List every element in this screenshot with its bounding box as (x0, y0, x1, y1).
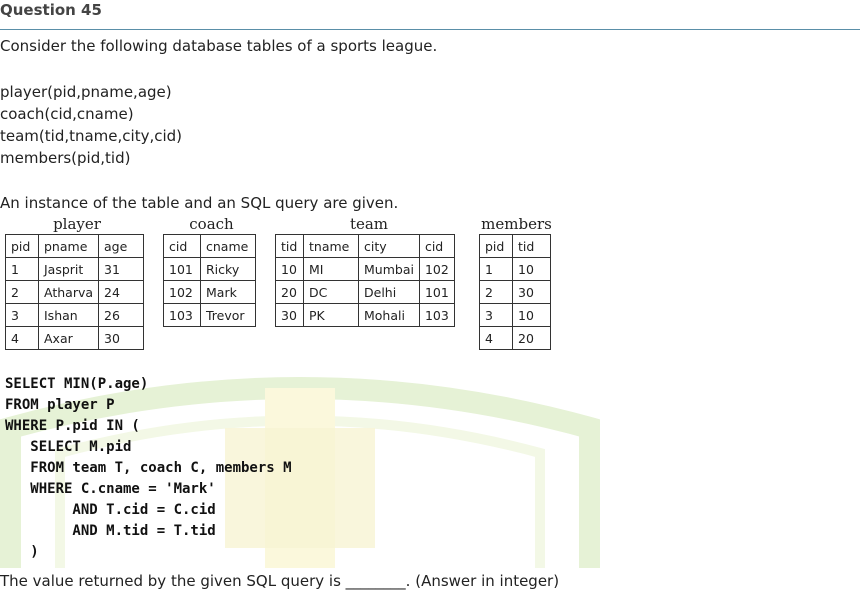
schema-team: team(tid,tname,city,cid) (0, 127, 183, 145)
table-cell: Mark (200, 280, 256, 304)
table-cell: pname (37, 234, 100, 258)
sql-query: SELECT MIN(P.age) FROM player P WHERE P.pi… (5, 374, 292, 563)
table-cell: Atharva (37, 280, 100, 304)
table-row: 10 MI Mumbai 102 (275, 257, 455, 281)
table-cell: 20 (275, 280, 304, 304)
table-row: 1 10 (479, 257, 551, 281)
table-cell: 20 (512, 326, 551, 350)
members-caption: members (481, 215, 552, 233)
question-header: Question 45 (0, 0, 860, 30)
table-cell: 4 (479, 326, 513, 350)
table-cell: cid (418, 234, 455, 258)
table-cell: 31 (98, 257, 145, 281)
table-cell: tname (303, 234, 359, 258)
table-row: 3 10 (479, 303, 551, 327)
schema-members: members(pid,tid) (0, 149, 131, 167)
sql-line: FROM team T, coach C, members M (5, 460, 292, 476)
table-row: 103 Trevor (163, 303, 256, 327)
table-cell: 4 (5, 326, 39, 350)
table-header-row: tid tname city cid (275, 234, 455, 258)
table-cell: city (358, 234, 420, 258)
sql-line: SELECT M.pid (5, 439, 132, 455)
sql-line: WHERE C.cname = 'Mark' (5, 481, 216, 497)
table-cell: Ishan (37, 303, 100, 327)
table-cell: 1 (5, 257, 39, 281)
table-row: 101 Ricky (163, 257, 256, 281)
question-title: Question 45 (0, 1, 102, 19)
table-cell: 103 (163, 303, 201, 327)
table-cell: tid (512, 234, 551, 258)
table-row: 2 30 (479, 280, 551, 304)
table-cell: pid (5, 234, 39, 258)
table-cell: Mohali (358, 303, 420, 327)
table-row: 30 PK Mohali 103 (275, 303, 455, 327)
intro-text: Consider the following database tables o… (0, 37, 438, 55)
table-cell: Mumbai (358, 257, 420, 281)
instance-text: An instance of the table and an SQL quer… (0, 194, 399, 212)
table-row: 3 Ishan 26 (5, 303, 145, 327)
table-cell: 2 (479, 280, 513, 304)
table-cell: cname (200, 234, 256, 258)
team-table: tid tname city cid 10 MI Mumbai 102 20 D… (275, 234, 455, 327)
table-cell: Jasprit (37, 257, 100, 281)
table-row: 2 Atharva 24 (5, 280, 145, 304)
table-cell: DC (303, 280, 359, 304)
player-caption: player (53, 215, 101, 233)
table-cell: 10 (275, 257, 304, 281)
table-cell: 101 (163, 257, 201, 281)
table-cell: Trevor (200, 303, 256, 327)
table-cell: age (98, 234, 145, 258)
sql-line: AND T.cid = C.cid (5, 502, 216, 518)
schema-player: player(pid,pname,age) (0, 83, 172, 101)
table-cell: 101 (418, 280, 455, 304)
sql-line: FROM player P (5, 397, 115, 413)
table-cell: 103 (418, 303, 455, 327)
table-cell: 3 (479, 303, 513, 327)
table-cell: Ricky (200, 257, 256, 281)
coach-caption: coach (189, 215, 234, 233)
sql-line: AND M.tid = T.tid (5, 523, 216, 539)
table-row: 20 DC Delhi 101 (275, 280, 455, 304)
team-caption: team (349, 215, 389, 233)
coach-table: cid cname 101 Ricky 102 Mark 103 Trevor (163, 234, 256, 327)
player-table: pid pname age 1 Jasprit 31 2 Atharva 24 … (5, 234, 145, 350)
table-cell: 30 (98, 326, 145, 350)
sql-line: SELECT MIN(P.age) (5, 376, 149, 392)
table-header-row: cid cname (163, 234, 256, 258)
table-cell: 26 (98, 303, 145, 327)
sql-line: WHERE P.pid IN ( (5, 418, 140, 434)
table-row: 1 Jasprit 31 (5, 257, 145, 281)
table-header-row: pid pname age (5, 234, 145, 258)
table-cell: 1 (479, 257, 513, 281)
table-cell: 30 (275, 303, 304, 327)
table-cell: tid (275, 234, 304, 258)
table-cell: PK (303, 303, 359, 327)
table-cell: 24 (98, 280, 145, 304)
table-cell: cid (163, 234, 201, 258)
question-text: The value returned by the given SQL quer… (0, 572, 560, 590)
schema-coach: coach(cid,cname) (0, 105, 134, 123)
table-row: 102 Mark (163, 280, 256, 304)
table-cell: MI (303, 257, 359, 281)
table-cell: 102 (418, 257, 455, 281)
table-cell: 102 (163, 280, 201, 304)
table-row: 4 20 (479, 326, 551, 350)
table-cell: pid (479, 234, 513, 258)
members-table: pid tid 1 10 2 30 3 10 4 20 (479, 234, 551, 350)
table-cell: 10 (512, 303, 551, 327)
sql-line: ) (5, 544, 39, 560)
table-cell: 2 (5, 280, 39, 304)
table-cell: 3 (5, 303, 39, 327)
table-row: 4 Axar 30 (5, 326, 145, 350)
table-header-row: pid tid (479, 234, 551, 258)
table-cell: 30 (512, 280, 551, 304)
table-cell: Delhi (358, 280, 420, 304)
table-cell: Axar (37, 326, 100, 350)
table-cell: 10 (512, 257, 551, 281)
